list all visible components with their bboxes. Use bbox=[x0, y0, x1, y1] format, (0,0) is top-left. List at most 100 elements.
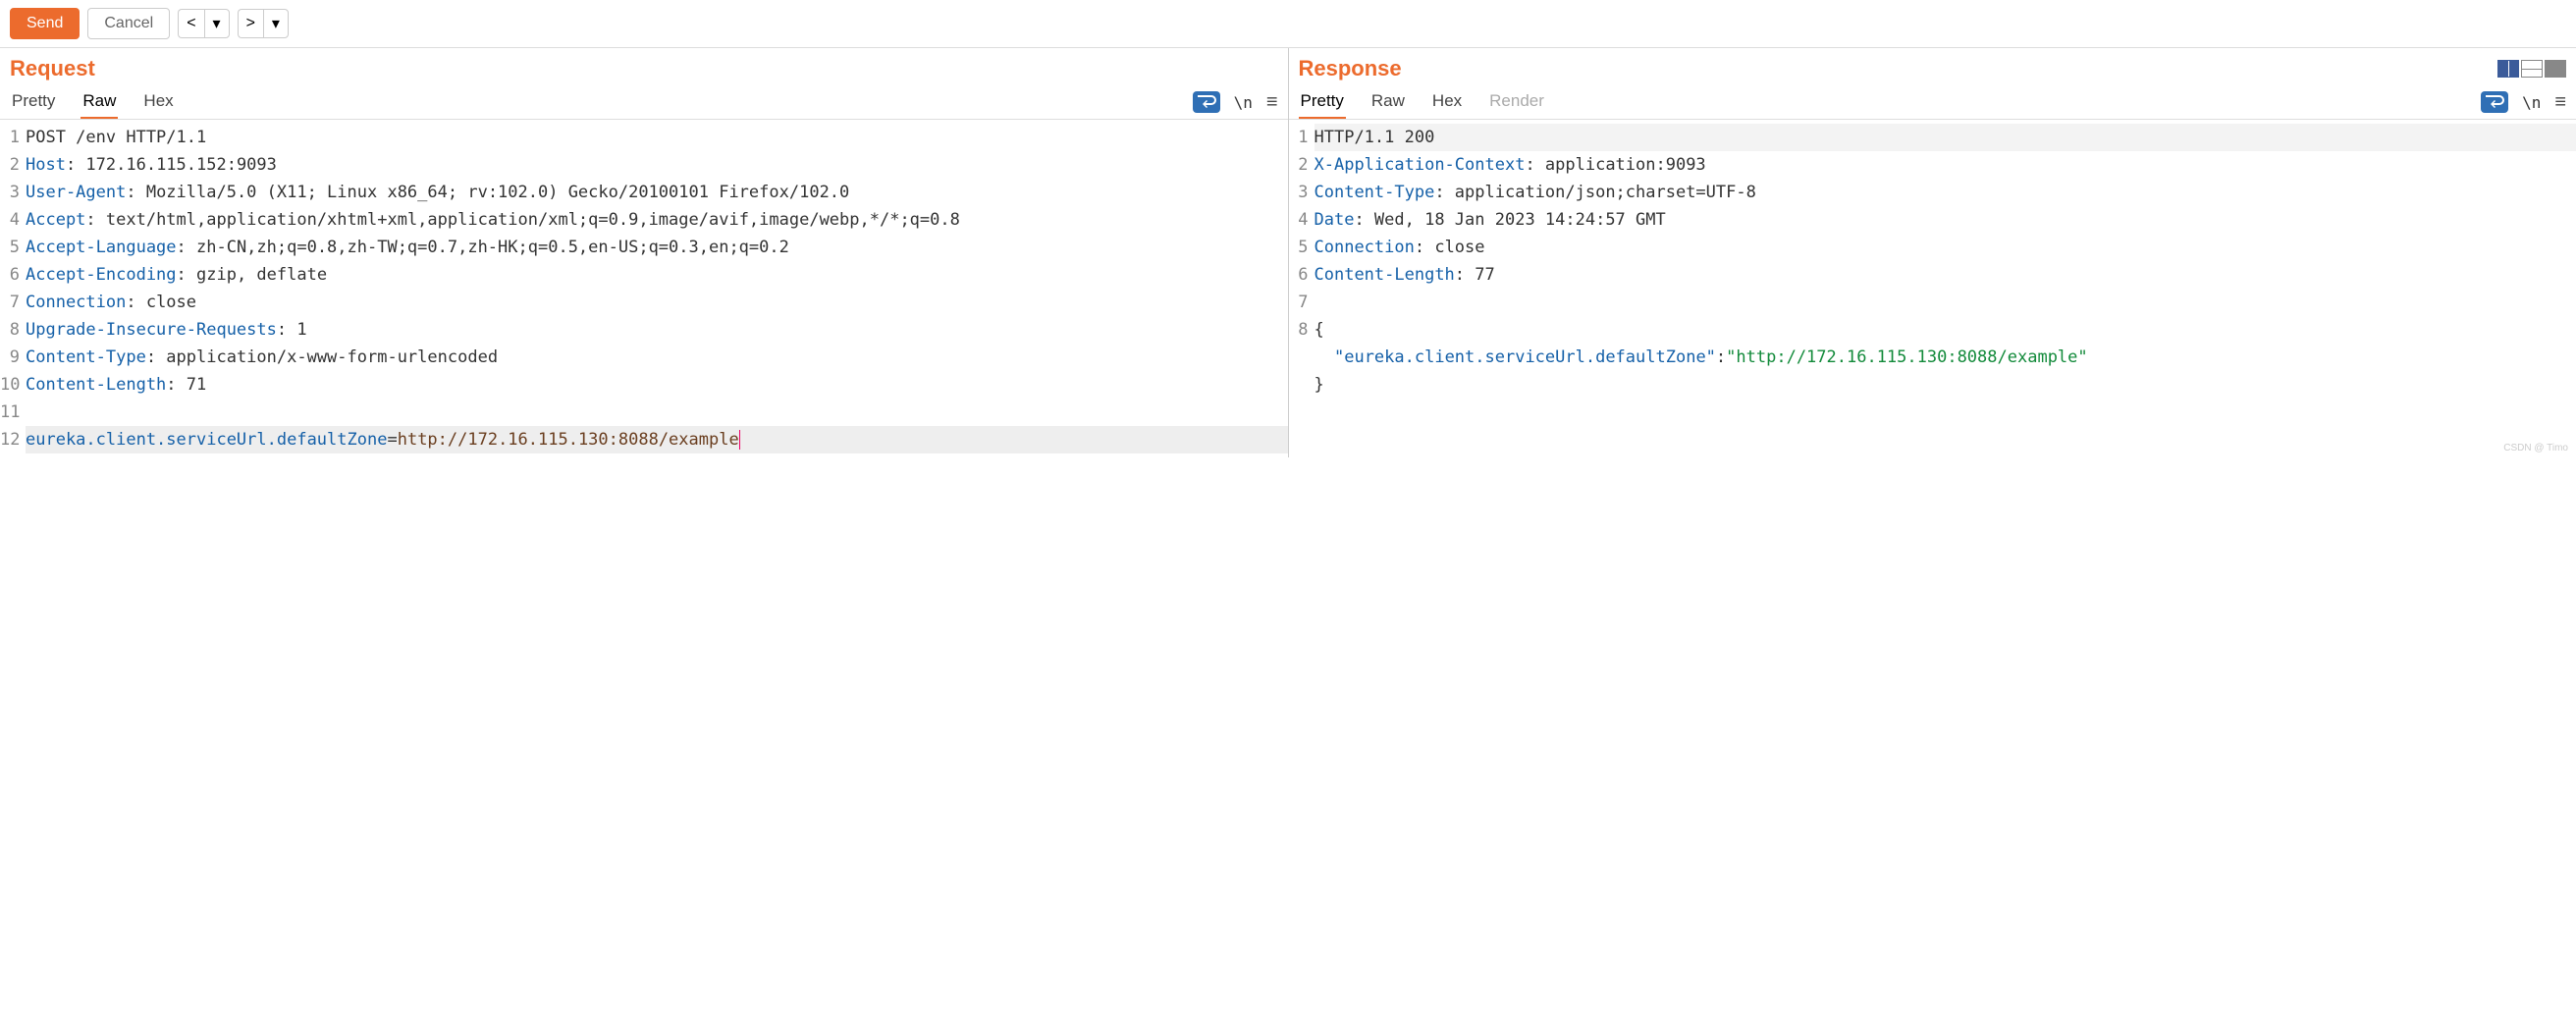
line-number: 11 bbox=[0, 399, 26, 426]
history-prev-dropdown[interactable]: ▾ bbox=[204, 9, 230, 38]
line-number: 3 bbox=[1289, 179, 1315, 206]
tab-pretty[interactable]: Pretty bbox=[10, 85, 57, 119]
line-number: 3 bbox=[0, 179, 26, 206]
tab-raw[interactable]: Raw bbox=[80, 85, 118, 119]
editor-line[interactable]: 4Accept: text/html,application/xhtml+xml… bbox=[0, 206, 1288, 234]
editor-line[interactable]: 5Connection: close bbox=[1289, 234, 2576, 261]
line-content[interactable] bbox=[26, 399, 1288, 426]
line-number: 7 bbox=[0, 289, 26, 316]
request-title: Request bbox=[10, 56, 95, 81]
response-tabs: Pretty Raw Hex Render bbox=[1299, 85, 1546, 119]
line-content[interactable]: { bbox=[1315, 316, 2576, 344]
line-number: 9 bbox=[0, 344, 26, 371]
editor-line[interactable]: 5Accept-Language: zh-CN,zh;q=0.8,zh-TW;q… bbox=[0, 234, 1288, 261]
action-toolbar: Send Cancel < ▾ > ▾ bbox=[0, 0, 2576, 47]
line-content[interactable]: X-Application-Context: application:9093 bbox=[1315, 151, 2576, 179]
editor-line[interactable]: 11 bbox=[0, 399, 1288, 426]
line-number: 4 bbox=[1289, 206, 1315, 234]
history-next-dropdown[interactable]: ▾ bbox=[263, 9, 289, 38]
line-content[interactable]: Connection: close bbox=[1315, 234, 2576, 261]
line-number: 1 bbox=[0, 124, 26, 151]
request-tabs: Pretty Raw Hex bbox=[10, 85, 176, 119]
response-pane: Response Pretty Raw Hex Render \n ≡ bbox=[1289, 48, 2576, 457]
line-content[interactable]: Accept-Language: zh-CN,zh;q=0.8,zh-TW;q=… bbox=[26, 234, 1288, 261]
editor-line[interactable]: 4Date: Wed, 18 Jan 2023 14:24:57 GMT bbox=[1289, 206, 2576, 234]
line-number: 5 bbox=[1289, 234, 1315, 261]
line-content[interactable]: User-Agent: Mozilla/5.0 (X11; Linux x86_… bbox=[26, 179, 1288, 206]
line-content[interactable]: Connection: close bbox=[26, 289, 1288, 316]
history-next-button[interactable]: > bbox=[238, 9, 263, 38]
response-editor[interactable]: 1HTTP/1.1 2002X-Application-Context: app… bbox=[1289, 120, 2576, 402]
line-number: 5 bbox=[0, 234, 26, 261]
line-content[interactable] bbox=[1315, 289, 2576, 316]
tab-render[interactable]: Render bbox=[1487, 85, 1546, 119]
line-content[interactable]: Content-Type: application/json;charset=U… bbox=[1315, 179, 2576, 206]
editor-line[interactable]: 1HTTP/1.1 200 bbox=[1289, 124, 2576, 151]
editor-line[interactable]: 2Host: 172.16.115.152:9093 bbox=[0, 151, 1288, 179]
line-number: 2 bbox=[0, 151, 26, 179]
editor-menu-icon[interactable]: ≡ bbox=[2554, 91, 2566, 114]
line-content[interactable]: Upgrade-Insecure-Requests: 1 bbox=[26, 316, 1288, 344]
line-content[interactable]: Accept-Encoding: gzip, deflate bbox=[26, 261, 1288, 289]
editor-line[interactable]: 1POST /env HTTP/1.1 bbox=[0, 124, 1288, 151]
line-content[interactable]: Content-Length: 77 bbox=[1315, 261, 2576, 289]
line-number: 8 bbox=[0, 316, 26, 344]
tab-pretty[interactable]: Pretty bbox=[1299, 85, 1346, 119]
line-content[interactable]: Content-Length: 71 bbox=[26, 371, 1288, 399]
line-content[interactable]: eureka.client.serviceUrl.defaultZone=htt… bbox=[26, 426, 1288, 453]
layout-split-vertical[interactable] bbox=[2497, 60, 2519, 78]
editor-line[interactable]: 6Accept-Encoding: gzip, deflate bbox=[0, 261, 1288, 289]
editor-line[interactable]: 12eureka.client.serviceUrl.defaultZone=h… bbox=[0, 426, 1288, 453]
line-number bbox=[1289, 344, 1315, 371]
line-number: 8 bbox=[1289, 316, 1315, 344]
editor-line[interactable]: 8Upgrade-Insecure-Requests: 1 bbox=[0, 316, 1288, 344]
editor-line[interactable]: 8{ bbox=[1289, 316, 2576, 344]
editor-line[interactable]: 7 bbox=[1289, 289, 2576, 316]
editor-line[interactable]: 6Content-Length: 77 bbox=[1289, 261, 2576, 289]
editor-menu-icon[interactable]: ≡ bbox=[1266, 91, 1278, 114]
history-prev-group: < ▾ bbox=[178, 9, 229, 38]
line-content[interactable]: } bbox=[1315, 371, 2576, 399]
line-number: 6 bbox=[0, 261, 26, 289]
line-number bbox=[1289, 371, 1315, 399]
editor-line[interactable]: "eureka.client.serviceUrl.defaultZone":"… bbox=[1289, 344, 2576, 371]
tab-hex[interactable]: Hex bbox=[1430, 85, 1464, 119]
line-content[interactable]: Date: Wed, 18 Jan 2023 14:24:57 GMT bbox=[1315, 206, 2576, 234]
show-newlines-icon[interactable]: \n bbox=[1234, 93, 1253, 112]
line-number: 1 bbox=[1289, 124, 1315, 151]
editor-line[interactable]: 7Connection: close bbox=[0, 289, 1288, 316]
line-number: 10 bbox=[0, 371, 26, 399]
wrap-toggle-icon[interactable] bbox=[1193, 91, 1220, 113]
layout-split-horizontal[interactable] bbox=[2521, 60, 2543, 78]
line-content[interactable]: "eureka.client.serviceUrl.defaultZone":"… bbox=[1315, 344, 2576, 371]
request-editor[interactable]: 1POST /env HTTP/1.12Host: 172.16.115.152… bbox=[0, 120, 1288, 457]
layout-buttons bbox=[2497, 60, 2566, 78]
wrap-toggle-icon[interactable] bbox=[2481, 91, 2508, 113]
history-prev-button[interactable]: < bbox=[178, 9, 203, 38]
watermark: CSDN @ Timo bbox=[2503, 443, 2568, 453]
cancel-button[interactable]: Cancel bbox=[87, 8, 170, 39]
tab-hex[interactable]: Hex bbox=[141, 85, 175, 119]
line-content[interactable]: Content-Type: application/x-www-form-url… bbox=[26, 344, 1288, 371]
editor-line[interactable]: 3User-Agent: Mozilla/5.0 (X11; Linux x86… bbox=[0, 179, 1288, 206]
show-newlines-icon[interactable]: \n bbox=[2522, 93, 2541, 112]
layout-single[interactable] bbox=[2545, 60, 2566, 78]
line-content[interactable]: POST /env HTTP/1.1 bbox=[26, 124, 1288, 151]
editor-line[interactable]: } bbox=[1289, 371, 2576, 399]
line-number: 7 bbox=[1289, 289, 1315, 316]
request-pane: Request Pretty Raw Hex \n ≡ 1POST /env H… bbox=[0, 48, 1289, 457]
line-number: 12 bbox=[0, 426, 26, 453]
send-button[interactable]: Send bbox=[10, 8, 80, 39]
editor-line[interactable]: 10Content-Length: 71 bbox=[0, 371, 1288, 399]
line-number: 2 bbox=[1289, 151, 1315, 179]
tab-raw[interactable]: Raw bbox=[1369, 85, 1407, 119]
editor-line[interactable]: 3Content-Type: application/json;charset=… bbox=[1289, 179, 2576, 206]
editor-line[interactable]: 9Content-Type: application/x-www-form-ur… bbox=[0, 344, 1288, 371]
history-next-group: > ▾ bbox=[238, 9, 289, 38]
line-content[interactable]: Accept: text/html,application/xhtml+xml,… bbox=[26, 206, 1288, 234]
line-content[interactable]: HTTP/1.1 200 bbox=[1315, 124, 2576, 151]
line-number: 6 bbox=[1289, 261, 1315, 289]
editor-line[interactable]: 2X-Application-Context: application:9093 bbox=[1289, 151, 2576, 179]
response-title: Response bbox=[1299, 56, 1402, 81]
line-content[interactable]: Host: 172.16.115.152:9093 bbox=[26, 151, 1288, 179]
